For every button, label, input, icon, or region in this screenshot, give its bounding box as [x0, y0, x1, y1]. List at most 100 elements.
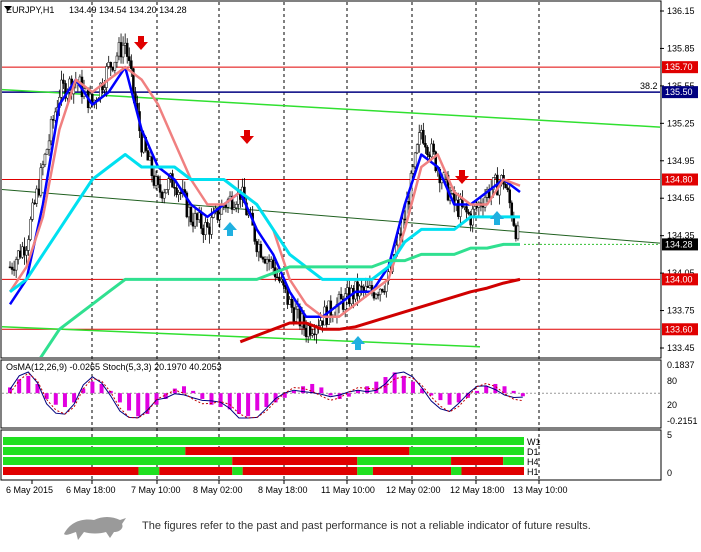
- osma-bar: [374, 381, 379, 394]
- osma-bar: [484, 386, 489, 394]
- osma-bar: [438, 393, 443, 401]
- candle-body: [25, 250, 28, 256]
- candle-body: [263, 259, 267, 264]
- trend-row-label: H1: [527, 467, 539, 477]
- disclaimer-text: The figures refer to the past and past p…: [142, 520, 591, 532]
- candle-body: [271, 259, 275, 268]
- candle-body: [189, 206, 193, 223]
- candle-body: [259, 244, 263, 258]
- candle-body: [422, 129, 425, 144]
- candle-body: [160, 192, 164, 199]
- osma-bar: [346, 393, 351, 397]
- osma-bar: [328, 393, 333, 396]
- candle-body: [29, 219, 32, 240]
- candle-body: [39, 167, 43, 196]
- candle-body: [514, 225, 518, 240]
- candle-body: [187, 206, 191, 218]
- candle-body: [128, 56, 131, 61]
- candle-body: [142, 137, 145, 153]
- candle-body: [269, 259, 273, 262]
- y-tick-label: 133.75: [667, 306, 695, 316]
- candle-body: [276, 276, 279, 279]
- y-tick-label: 133.45: [667, 343, 695, 353]
- candle-body: [457, 199, 460, 217]
- chart-area: 136.15135.85135.55135.25134.95134.65134.…: [0, 0, 701, 500]
- x-tick-label: 7 May 10:00: [131, 485, 181, 495]
- candle-body: [280, 279, 283, 282]
- candle-body: [415, 144, 419, 154]
- candle-body: [368, 285, 372, 288]
- candle-body: [148, 156, 152, 161]
- trend-segment: [357, 467, 373, 475]
- trend-segment: [451, 457, 504, 465]
- candle-body: [14, 259, 18, 271]
- osma-bar: [447, 393, 452, 405]
- candle-body: [292, 307, 296, 322]
- osma-bar: [8, 387, 12, 394]
- candle-body: [173, 187, 176, 189]
- candle-body: [366, 285, 370, 288]
- candle-body: [158, 184, 162, 193]
- candle-body: [267, 259, 271, 262]
- osma-bar: [456, 393, 461, 403]
- candle-body: [33, 202, 36, 205]
- trend-tick-label: 0: [667, 468, 672, 478]
- osma-bar: [218, 393, 223, 408]
- candle-body: [121, 45, 125, 58]
- candle-body: [319, 320, 322, 327]
- candle-body: [146, 150, 150, 161]
- trend-segment: [372, 467, 452, 475]
- candle-body: [380, 288, 384, 292]
- candle-body: [27, 239, 30, 251]
- candle-body: [424, 143, 427, 148]
- osma-bar: [182, 386, 186, 394]
- osma-tick-label: -0.2151: [667, 416, 698, 426]
- candle-body: [103, 87, 106, 91]
- candle-body: [107, 62, 110, 67]
- candle-body: [354, 281, 357, 300]
- y-tick-label: 136.15: [667, 6, 695, 16]
- indicator-title: OsMA(12,26,9) -0.0265 Stoch(5,3,3) 20.19…: [6, 362, 222, 372]
- candle-body: [430, 143, 433, 158]
- candle-body: [23, 246, 26, 256]
- candle-body: [105, 66, 108, 88]
- trend-segment: [357, 457, 452, 465]
- candle-body: [117, 42, 121, 57]
- candle-body: [432, 143, 435, 152]
- candle-body: [339, 293, 343, 300]
- candle-body: [465, 206, 468, 213]
- candle-body: [175, 187, 178, 196]
- osma-bar: [26, 375, 31, 394]
- candle-body: [119, 42, 123, 58]
- candle-body: [311, 333, 314, 336]
- candle-body: [420, 129, 423, 133]
- candle-body: [257, 244, 261, 253]
- osma-bar: [319, 387, 324, 394]
- candle-body: [413, 152, 417, 168]
- osma-bar: [191, 390, 196, 394]
- candle-body: [60, 79, 63, 98]
- x-tick-label: 6 May 2015: [6, 485, 53, 495]
- osma-bar: [53, 393, 58, 405]
- trend-segment: [232, 467, 243, 475]
- trend-segment: [3, 437, 524, 445]
- candle-body: [494, 174, 497, 178]
- osma-bar: [236, 393, 241, 414]
- candle-body: [278, 276, 281, 282]
- candle-body: [208, 226, 211, 235]
- candle-body: [218, 213, 222, 220]
- candle-body: [356, 281, 359, 297]
- osma-bar: [410, 381, 415, 394]
- candle-body: [473, 206, 477, 210]
- osma-bar: [200, 393, 205, 399]
- candle-body: [202, 228, 205, 236]
- trend-row-label: W1: [527, 437, 541, 447]
- candle-body: [193, 213, 197, 227]
- y-tick-label: 135.25: [667, 118, 695, 128]
- candle-body: [362, 287, 365, 291]
- candle-body: [154, 176, 158, 186]
- trend-segment: [138, 467, 160, 475]
- trend-segment: [185, 447, 410, 455]
- price-level-label: 133.60: [665, 324, 693, 334]
- candle-body: [383, 291, 386, 293]
